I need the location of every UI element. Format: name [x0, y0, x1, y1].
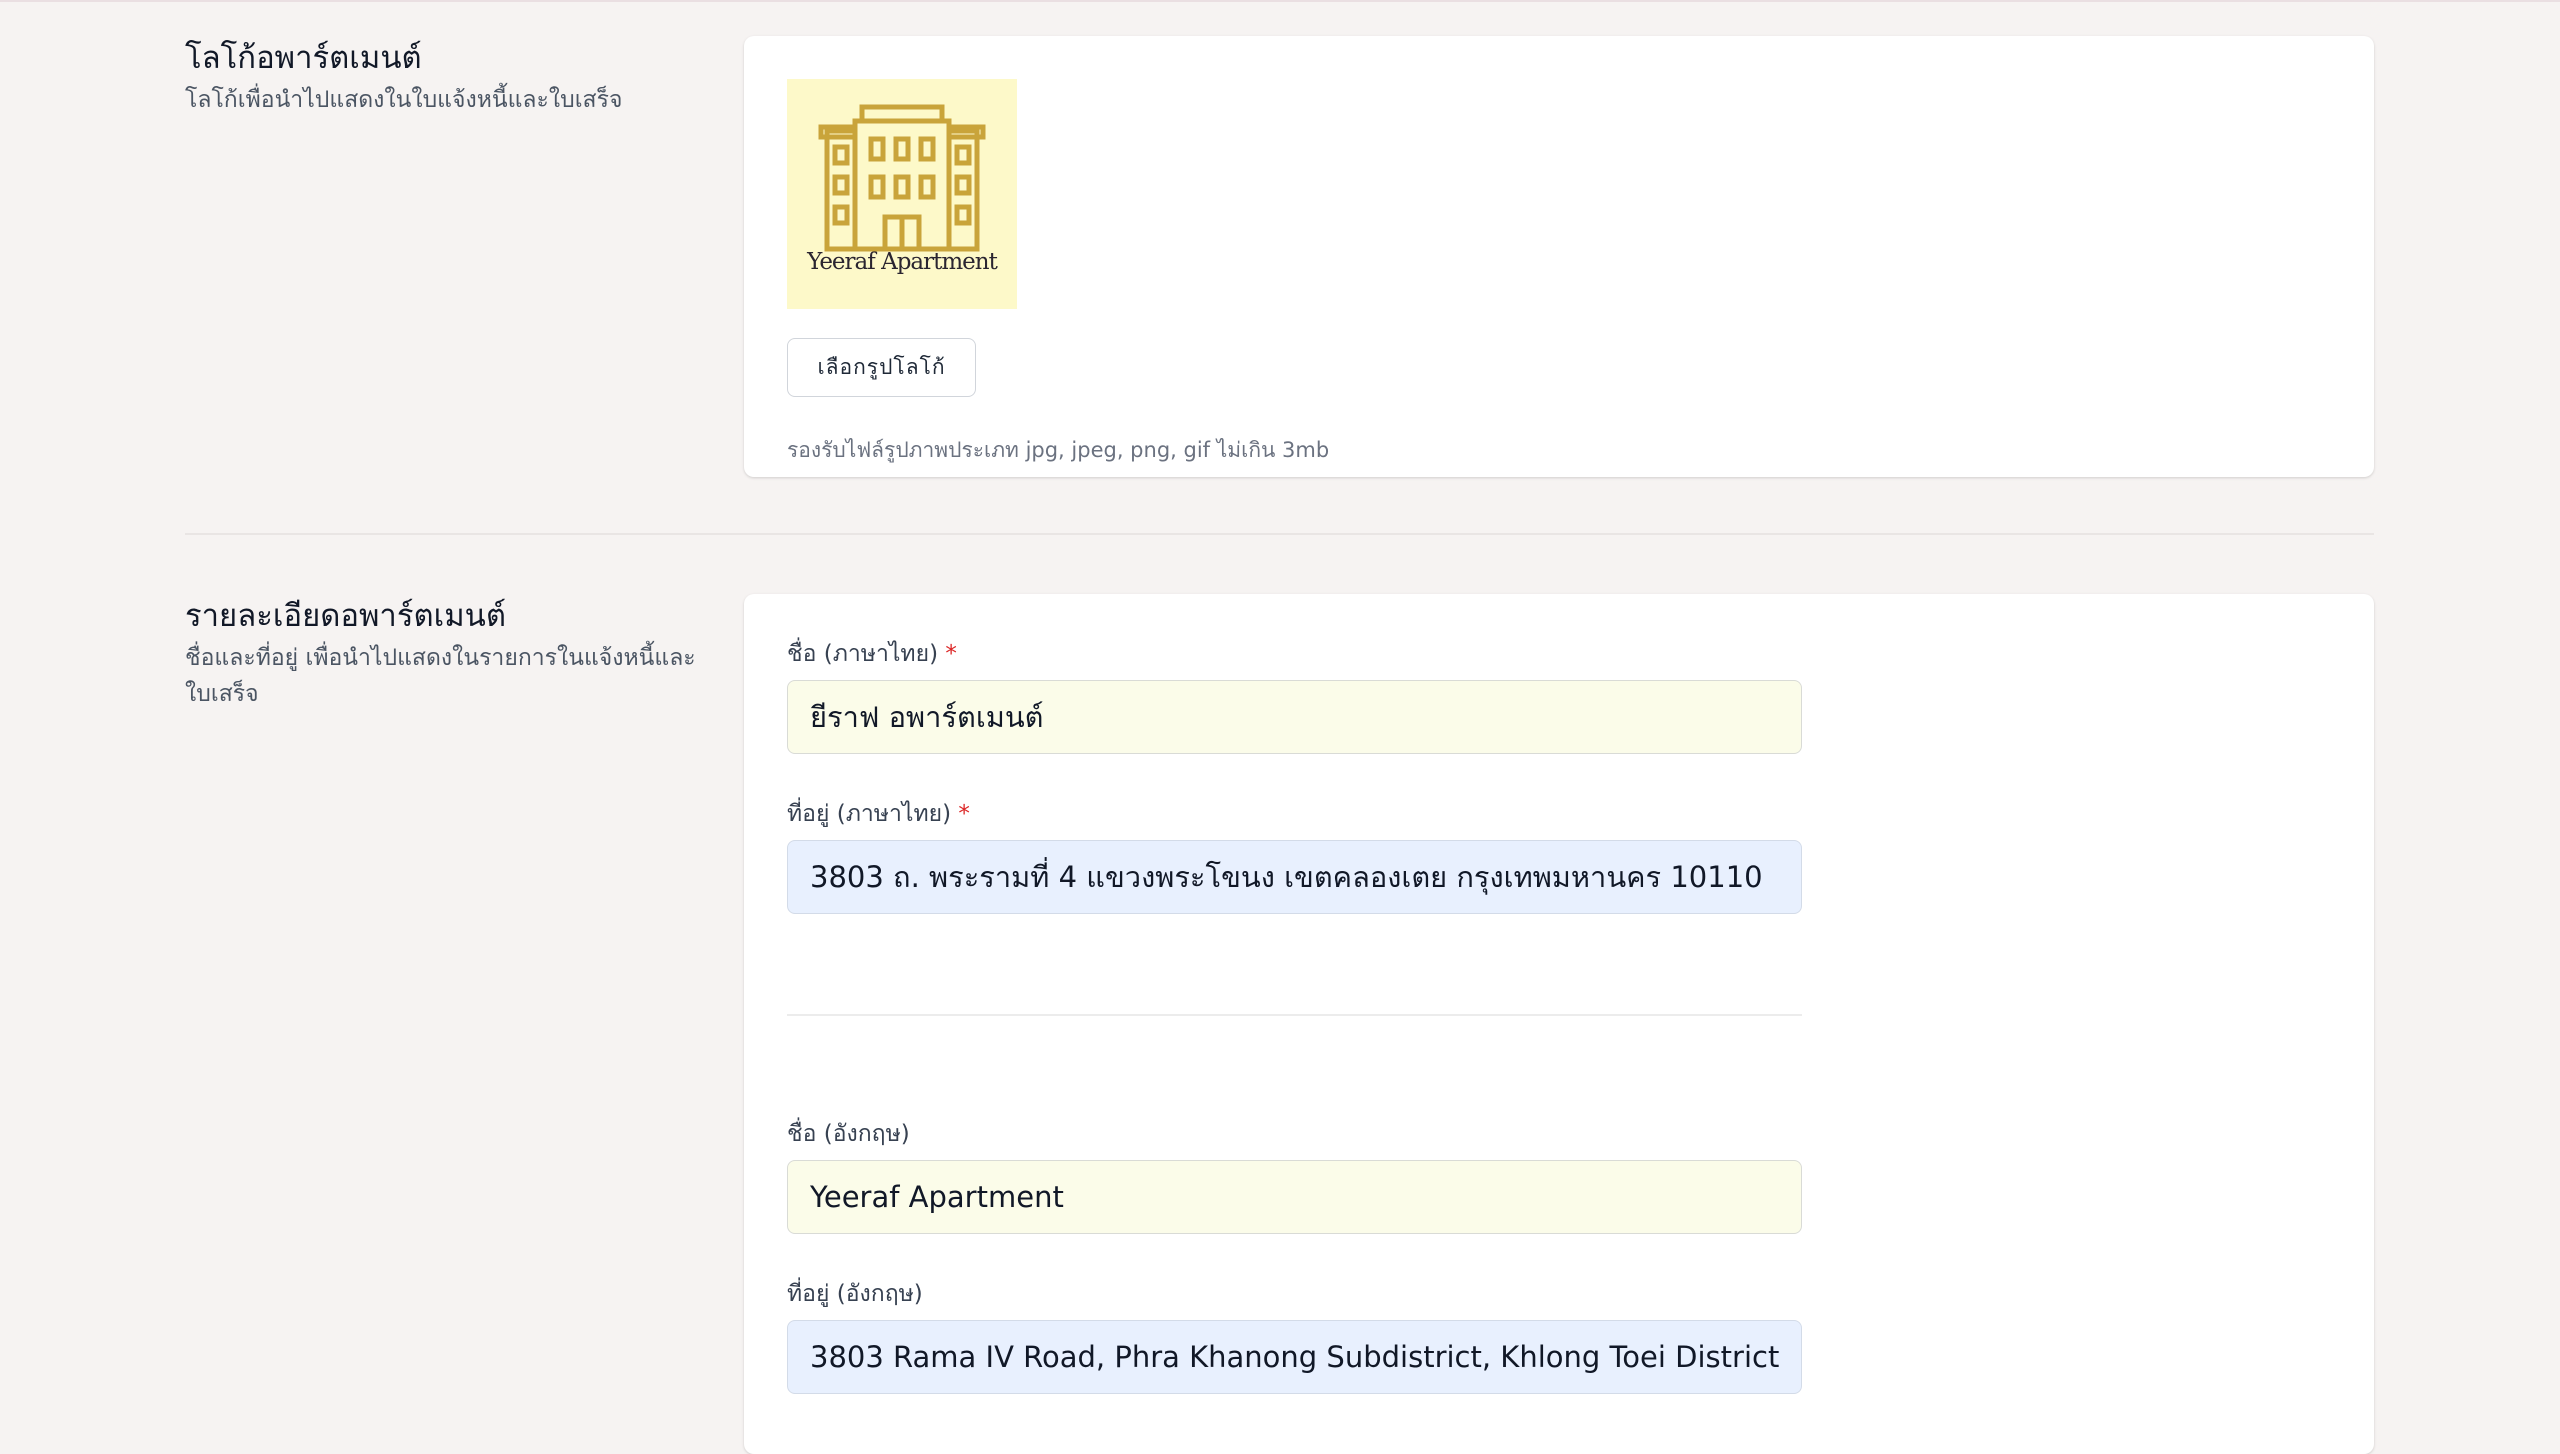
required-mark: *	[945, 641, 957, 667]
details-section-title: รายละเอียดอพาร์ตเมนต์	[185, 598, 506, 634]
name-en-label: ชื่อ (อังกฤษ)	[787, 1116, 910, 1152]
address-th-label: ที่อยู่ (ภาษาไทย) *	[787, 796, 970, 832]
name-en-input[interactable]	[787, 1160, 1802, 1234]
address-en-input[interactable]	[787, 1320, 1802, 1394]
logo-card: Yeeraf Apartment เลือกรูปโลโก้ รองรับไฟล…	[744, 36, 2374, 477]
address-th-input[interactable]	[787, 840, 1802, 914]
name-th-label: ชื่อ (ภาษาไทย) *	[787, 636, 957, 672]
name-en-label-text: ชื่อ (อังกฤษ)	[787, 1121, 910, 1147]
section-divider	[185, 533, 2374, 535]
name-th-input[interactable]	[787, 680, 1802, 754]
details-section-description: ชื่อและที่อยู่ เพื่อนำไปแสดงในรายการในแจ…	[185, 645, 696, 707]
field-group-divider	[787, 1014, 1802, 1016]
logo-section-title: โลโก้อพาร์ตเมนต์	[185, 40, 422, 76]
logo-section-description: โลโก้เพื่อนำไปแสดงในใบแจ้งหนี้และใบเสร็จ	[185, 87, 623, 113]
address-en-label-text: ที่อยู่ (อังกฤษ)	[787, 1281, 923, 1307]
choose-logo-button[interactable]: เลือกรูปโลโก้	[787, 338, 976, 397]
logo-caption: Yeeraf Apartment	[807, 249, 998, 275]
address-en-label: ที่อยู่ (อังกฤษ)	[787, 1276, 923, 1312]
required-mark: *	[958, 801, 970, 827]
name-th-label-text: ชื่อ (ภาษาไทย)	[787, 641, 939, 667]
top-border	[0, 0, 2560, 2]
logo-help-text: รองรับไฟล์รูปภาพประเภท jpg, jpeg, png, g…	[787, 438, 1330, 462]
address-th-label-text: ที่อยู่ (ภาษาไทย)	[787, 801, 952, 827]
apartment-logo: Yeeraf Apartment	[787, 79, 1017, 309]
details-card: ชื่อ (ภาษาไทย) * ที่อยู่ (ภาษาไทย) * ชื่…	[744, 594, 2374, 1454]
